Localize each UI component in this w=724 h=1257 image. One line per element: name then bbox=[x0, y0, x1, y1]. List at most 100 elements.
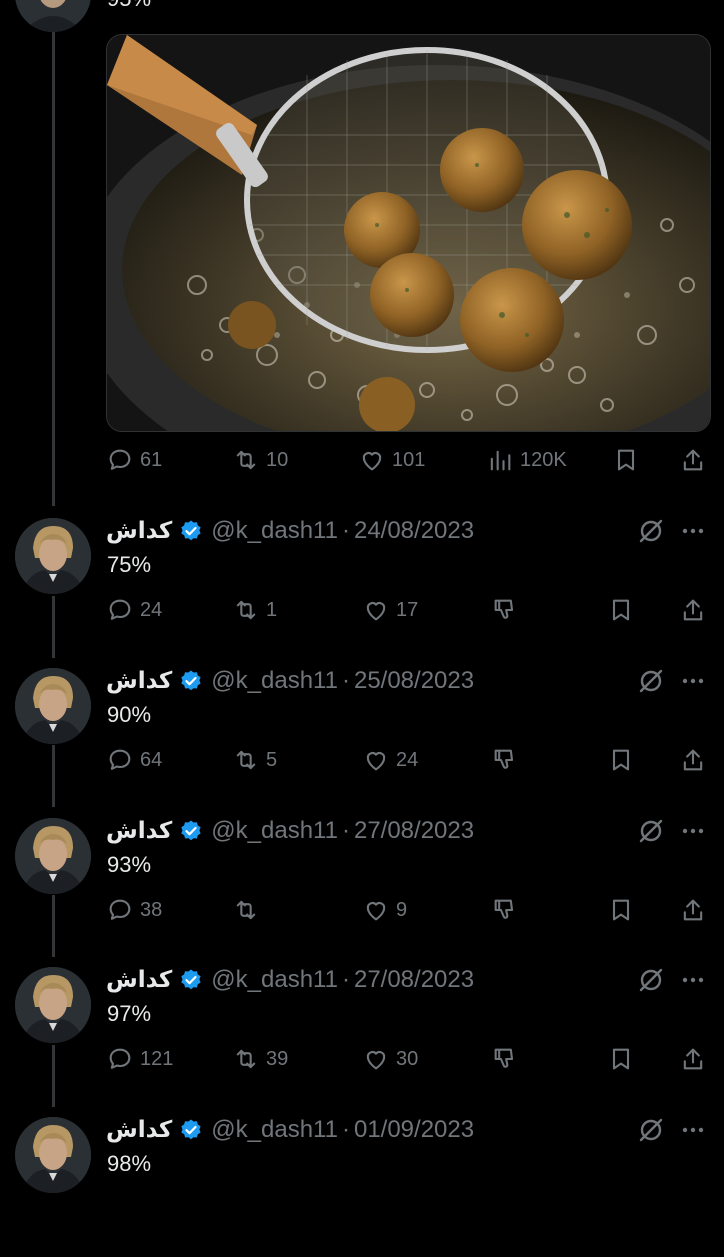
reply-tweet[interactable]: كداش @k_dash11 · 27/08/2023 93% 38 9 bbox=[0, 808, 724, 958]
repost-button[interactable]: 39 bbox=[232, 1043, 288, 1075]
downvote-button[interactable] bbox=[490, 894, 520, 926]
downvote-button[interactable] bbox=[490, 594, 520, 626]
post-actions: 38 9 bbox=[106, 894, 716, 926]
like-icon bbox=[362, 452, 382, 471]
post-date[interactable]: 27/08/2023 bbox=[354, 966, 474, 994]
grok-icon bbox=[639, 1118, 663, 1142]
repost-icon bbox=[236, 600, 256, 620]
user-handle[interactable]: @k_dash11 bbox=[211, 966, 338, 994]
bookmark-button[interactable] bbox=[611, 444, 641, 476]
grok-icon bbox=[639, 669, 663, 693]
grok-button[interactable] bbox=[636, 666, 666, 696]
repost-button[interactable]: 10 bbox=[232, 444, 288, 476]
views-button[interactable]: 120K bbox=[486, 444, 567, 476]
downvote-button[interactable] bbox=[490, 744, 520, 776]
avatar[interactable] bbox=[15, 967, 91, 1043]
reply-icon bbox=[109, 599, 131, 620]
post-text: 95% bbox=[107, 0, 151, 12]
avatar[interactable] bbox=[15, 1117, 91, 1193]
separator-dot: · bbox=[341, 817, 350, 844]
bookmark-button[interactable] bbox=[606, 744, 636, 776]
share-icon bbox=[683, 749, 703, 771]
reply-button[interactable]: 61 bbox=[106, 444, 162, 476]
avatar[interactable] bbox=[15, 518, 91, 594]
post-date[interactable]: 25/08/2023 bbox=[354, 667, 474, 695]
separator-dot: · bbox=[341, 1116, 350, 1143]
post-actions: 24 1 17 bbox=[106, 594, 716, 626]
reply-button[interactable]: 24 bbox=[106, 594, 162, 626]
display-name[interactable]: كداش bbox=[106, 668, 172, 694]
user-handle[interactable]: @k_dash11 bbox=[211, 667, 338, 695]
repost-icon bbox=[236, 450, 256, 470]
repost-button[interactable]: 1 bbox=[232, 594, 277, 626]
more-options-button[interactable] bbox=[678, 816, 708, 846]
repost-button[interactable] bbox=[232, 894, 266, 926]
bookmark-icon bbox=[612, 599, 630, 621]
verified-badge-icon bbox=[181, 820, 201, 841]
grok-button[interactable] bbox=[636, 816, 666, 846]
post-date[interactable]: 27/08/2023 bbox=[354, 817, 474, 845]
downvote-icon bbox=[494, 599, 514, 619]
verified-badge-icon bbox=[181, 969, 201, 990]
like-button[interactable]: 30 bbox=[362, 1043, 418, 1075]
bookmark-icon bbox=[612, 1048, 630, 1070]
display-name[interactable]: كداش bbox=[106, 518, 172, 544]
share-button[interactable] bbox=[678, 594, 708, 626]
bookmark-button[interactable] bbox=[606, 1043, 636, 1075]
avatar-photo bbox=[15, 967, 91, 1043]
more-options-button[interactable] bbox=[678, 965, 708, 995]
more-icon bbox=[682, 977, 704, 983]
avatar-photo bbox=[15, 518, 91, 594]
reply-icon bbox=[109, 449, 131, 470]
like-button[interactable]: 101 bbox=[358, 444, 425, 476]
reply-button[interactable]: 121 bbox=[106, 1043, 173, 1075]
avatar[interactable] bbox=[15, 818, 91, 894]
user-handle[interactable]: @k_dash11 bbox=[211, 817, 338, 845]
repost-button[interactable]: 5 bbox=[232, 744, 277, 776]
post-text: 93% bbox=[107, 852, 152, 877]
more-options-button[interactable] bbox=[678, 666, 708, 696]
grok-button[interactable] bbox=[636, 965, 666, 995]
share-button[interactable] bbox=[678, 744, 708, 776]
display-name[interactable]: كداش bbox=[106, 818, 172, 844]
share-icon bbox=[683, 599, 703, 621]
share-button[interactable] bbox=[678, 444, 708, 476]
more-options-button[interactable] bbox=[678, 516, 708, 546]
reply-button[interactable]: 38 bbox=[106, 894, 162, 926]
reply-tweet[interactable]: كداش @k_dash11 · 01/09/2023 98% bbox=[0, 1107, 724, 1257]
reply-tweet[interactable]: كداش @k_dash11 · 24/08/2023 75% 24 1 17 bbox=[0, 508, 724, 658]
share-button[interactable] bbox=[678, 894, 708, 926]
bookmark-button[interactable] bbox=[606, 594, 636, 626]
downvote-button[interactable] bbox=[490, 1043, 520, 1075]
tweet-header: كداش @k_dash11 · 24/08/2023 bbox=[106, 516, 474, 546]
reply-button[interactable]: 64 bbox=[106, 744, 162, 776]
user-handle[interactable]: @k_dash11 bbox=[211, 517, 338, 545]
share-icon bbox=[683, 899, 703, 921]
avatar[interactable] bbox=[15, 0, 91, 32]
separator-dot: · bbox=[341, 966, 350, 993]
share-button[interactable] bbox=[678, 1043, 708, 1075]
display-name[interactable]: كداش bbox=[106, 1117, 172, 1143]
post-date[interactable]: 01/09/2023 bbox=[354, 1116, 474, 1144]
post-text: 75% bbox=[107, 552, 152, 577]
bookmark-button[interactable] bbox=[606, 894, 636, 926]
like-button[interactable]: 24 bbox=[362, 744, 418, 776]
reply-icon bbox=[109, 899, 131, 920]
avatar[interactable] bbox=[15, 668, 91, 744]
grok-button[interactable] bbox=[636, 1115, 666, 1145]
grok-button[interactable] bbox=[636, 516, 666, 546]
reply-count: 61 bbox=[140, 448, 163, 471]
user-handle[interactable]: @k_dash11 bbox=[211, 1116, 338, 1144]
more-options-button[interactable] bbox=[678, 1115, 708, 1145]
post-text: 97% bbox=[107, 1001, 152, 1026]
avatar-photo bbox=[15, 1117, 91, 1193]
reply-tweet[interactable]: كداش @k_dash11 · 25/08/2023 90% 64 5 24 bbox=[0, 658, 724, 808]
post-date[interactable]: 24/08/2023 bbox=[354, 517, 474, 545]
display-name[interactable]: كداش bbox=[106, 967, 172, 993]
post-image[interactable] bbox=[106, 34, 711, 432]
separator-dot: · bbox=[341, 667, 350, 694]
reply-tweet[interactable]: كداش @k_dash11 · 27/08/2023 97% 121 39 3… bbox=[0, 957, 724, 1107]
like-button[interactable]: 17 bbox=[362, 594, 418, 626]
like-button[interactable]: 9 bbox=[362, 894, 407, 926]
verified-badge-icon bbox=[181, 1119, 201, 1140]
